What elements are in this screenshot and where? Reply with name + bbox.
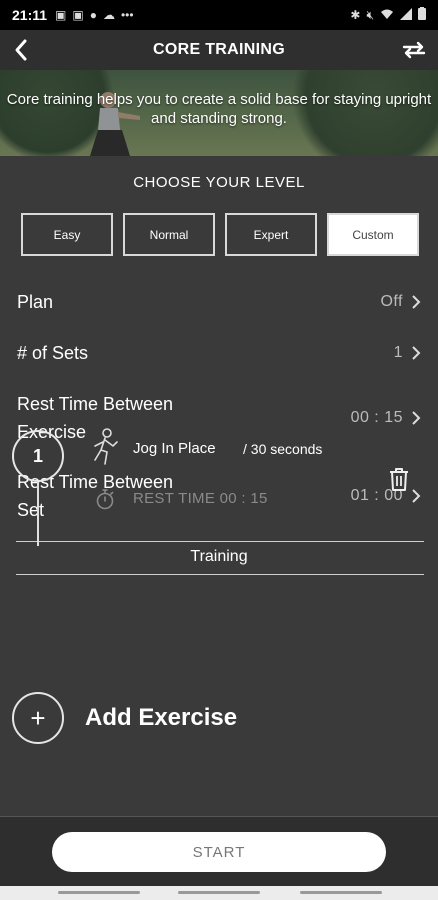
mute-icon: 🔇︎ [366,7,374,22]
trash-icon[interactable] [387,466,411,492]
setting-rest-set-label-line2: Set [17,500,45,520]
hero-image: Core training helps you to create a soli… [0,70,438,156]
level-expert-button[interactable]: Expert [225,213,317,256]
jogging-person-icon [94,428,118,465]
divider-top [16,541,424,542]
nav-recents-button[interactable] [58,891,140,894]
add-exercise-circle[interactable]: + [12,692,64,744]
setting-plan-value: Off [380,293,403,310]
level-title: CHOOSE YOUR LEVEL [133,174,305,191]
status-left-icons: ▣ ▣ ● ☁ ••• [55,8,134,22]
bottom-bar: START [0,816,438,886]
exercise-name[interactable]: Jog In Place [133,440,216,457]
back-arrow-icon[interactable] [10,36,34,64]
setting-rest-exercise-value-group: 00 : 15 [351,409,421,427]
battery-icon [418,7,426,23]
status-bar: 21:11 ▣ ▣ ● ☁ ••• ✱ 🔇︎ [0,0,438,30]
nav-back-button[interactable] [300,891,382,894]
add-exercise-button[interactable]: Add Exercise [85,704,237,732]
setting-plan-row[interactable]: Plan Off [17,288,421,316]
setting-sets-value-group: 1 [394,344,421,362]
setting-rest-exercise-value: 00 : 15 [350,409,403,426]
status-time: 21:11 [12,7,48,23]
exercise-rest-time: REST TIME 00 : 15 [133,490,268,507]
signal-icon [400,7,412,23]
chevron-right-icon [412,489,421,503]
level-custom-button[interactable]: Custom [327,213,419,256]
setting-rest-exercise-label-line1: Rest Time Between [17,394,174,414]
top-app-bar: CORE TRAINING [0,30,438,70]
system-nav-bar [0,886,438,900]
level-normal-button[interactable]: Normal [123,213,215,256]
exercise-number-circle: 1 [12,430,64,482]
setting-plan-value-group: Off [380,293,421,311]
cloud-icon: ☁ [102,8,115,22]
chevron-right-icon [412,295,421,309]
chevron-right-icon [412,411,421,425]
more-dots-icon: ••• [120,8,134,22]
setting-rest-exercise-row[interactable]: Rest Time Between Exercise 00 : 15 [17,390,421,446]
notification-icon: ▣ [55,8,67,22]
wifi-icon [380,8,394,23]
notification-icon: ▣ [72,8,84,22]
exercise-duration: / 30 seconds [243,441,323,457]
hero-description: Core training helps you to create a soli… [6,91,432,127]
training-section-label: Training [190,548,248,565]
stopwatch-icon [96,489,114,510]
setting-sets-row[interactable]: # of Sets 1 [17,339,421,367]
bluetooth-icon: ✱ [350,8,361,22]
timeline-connector [37,482,39,546]
divider-bottom [16,574,424,575]
setting-plan-label: Plan [17,292,54,312]
chevron-right-icon [412,346,421,360]
level-selector: Easy Normal Expert Custom [21,213,419,256]
level-easy-button[interactable]: Easy [21,213,113,256]
nav-home-button[interactable] [178,891,260,894]
page-title: CORE TRAINING [153,41,285,58]
setting-sets-label: # of Sets [17,343,89,363]
start-button[interactable]: START [52,832,386,872]
setting-sets-value: 1 [393,344,403,361]
spotify-icon: ● [89,8,97,22]
status-right-icons: ✱ 🔇︎ [350,7,426,23]
swap-arrows-icon[interactable] [400,36,428,64]
